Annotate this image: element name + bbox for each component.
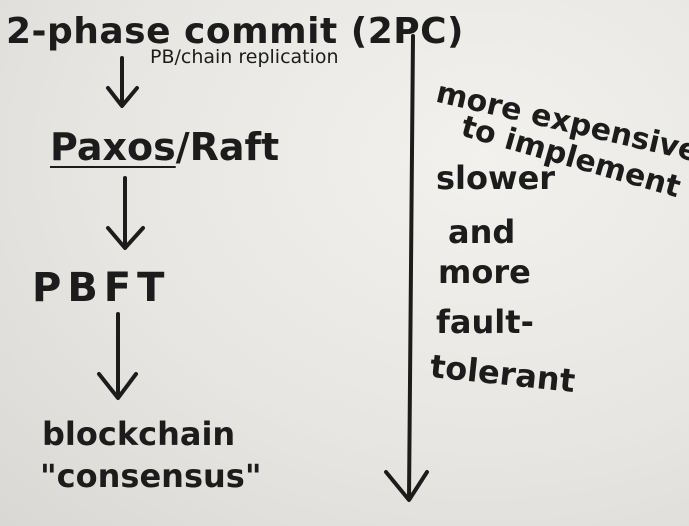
side-note-line-3: slower [436,159,556,197]
arrow-2pc-to-paxos [106,56,139,108]
side-note-line-5: more [438,253,531,291]
node-paxos-label: Paxos [50,125,176,169]
long-down-arrow [384,34,429,502]
node-pbft: PBFT [32,265,171,311]
whiteboard: 2-phase commit (2PC) PB/chain replicatio… [0,0,689,526]
edge-label-pb-chain-replication: PB/chain replication [150,46,339,68]
node-2pc: 2-phase commit (2PC) [6,11,464,52]
node-separator: / [175,125,190,169]
side-note-line-4: and [448,213,516,251]
arrow-paxos-to-pbft [106,176,145,250]
node-paxos-raft: Paxos/Raft [50,128,279,166]
node-blockchain-line1: blockchain [42,415,236,453]
node-blockchain-line2: "consensus" [40,457,262,495]
arrow-pbft-to-blockchain [97,312,138,400]
side-note-line-6: fault- [436,303,534,341]
node-raft-label: Raft [189,125,280,169]
